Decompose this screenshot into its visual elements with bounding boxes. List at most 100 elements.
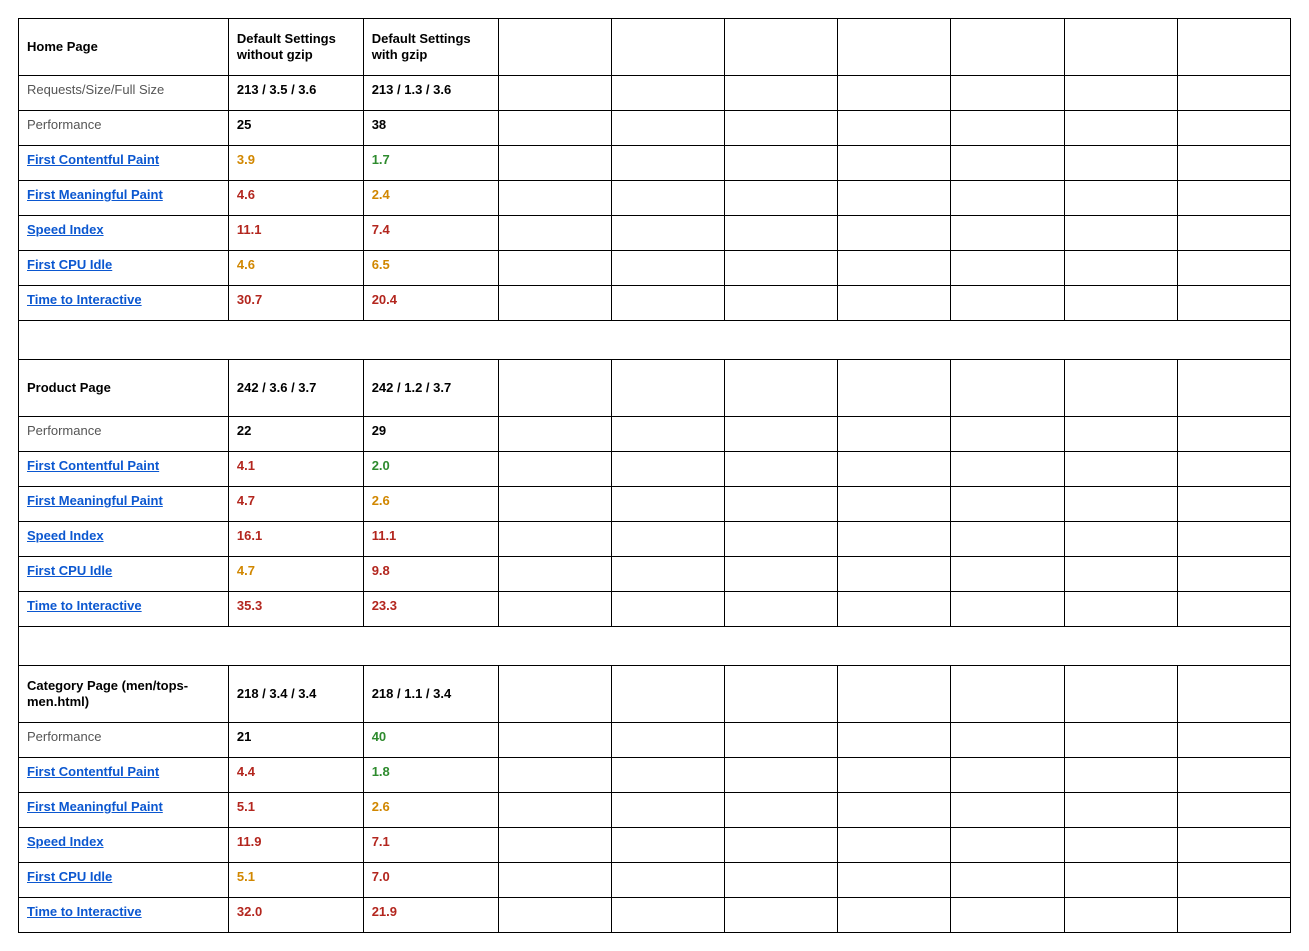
empty-cell [724,251,837,286]
metric-link-cpuIdle[interactable]: First CPU Idle [27,869,112,884]
metric-link-si[interactable]: Speed Index [27,834,104,849]
fcp-no-gzip: 3.9 [228,146,363,181]
metric-link-cpuIdle[interactable]: First CPU Idle [27,563,112,578]
empty-cell [1177,251,1290,286]
metric-link-fcp[interactable]: First Contentful Paint [27,764,159,779]
fmp-gzip: 2.6 [363,793,498,828]
row-label-fcp: First Contentful Paint [19,146,229,181]
empty-cell [838,592,951,627]
empty-cell [498,19,611,76]
metric-link-tti[interactable]: Time to Interactive [27,292,142,307]
empty-cell [611,666,724,723]
row-label-fmp: First Meaningful Paint [19,793,229,828]
empty-cell [724,863,837,898]
empty-cell [838,286,951,321]
req-size-gzip: 218 / 1.1 / 3.4 [363,666,498,723]
empty-cell [611,898,724,933]
empty-cell [724,146,837,181]
empty-cell [724,828,837,863]
empty-cell [838,487,951,522]
empty-cell [1177,452,1290,487]
empty-cell [838,76,951,111]
empty-cell [838,111,951,146]
empty-cell [1177,146,1290,181]
metric-link-tti[interactable]: Time to Interactive [27,904,142,919]
empty-cell [1177,666,1290,723]
metric-link-fmp[interactable]: First Meaningful Paint [27,493,163,508]
row-label-cpuIdle: First CPU Idle [19,251,229,286]
empty-cell [724,181,837,216]
performance-gzip: 38 [363,111,498,146]
metric-link-si[interactable]: Speed Index [27,528,104,543]
empty-cell [951,793,1064,828]
empty-cell [951,452,1064,487]
metric-link-si[interactable]: Speed Index [27,222,104,237]
metric-link-tti[interactable]: Time to Interactive [27,598,142,613]
empty-cell [1064,793,1177,828]
empty-cell [838,828,951,863]
empty-cell [1064,111,1177,146]
empty-cell [1177,19,1290,76]
metric-link-fmp[interactable]: First Meaningful Paint [27,187,163,202]
row-label-si: Speed Index [19,828,229,863]
empty-cell [724,592,837,627]
empty-cell [611,417,724,452]
empty-cell [1064,863,1177,898]
empty-cell [838,452,951,487]
metric-link-fmp[interactable]: First Meaningful Paint [27,799,163,814]
empty-cell [838,19,951,76]
empty-cell [724,417,837,452]
performance-no-gzip: 21 [228,723,363,758]
empty-cell [1064,146,1177,181]
cpuIdle-gzip: 7.0 [363,863,498,898]
tti-no-gzip: 32.0 [228,898,363,933]
empty-cell [498,181,611,216]
empty-cell [498,793,611,828]
empty-cell [724,286,837,321]
empty-cell [1177,522,1290,557]
empty-cell [1064,76,1177,111]
row-label-si: Speed Index [19,216,229,251]
empty-cell [611,487,724,522]
metric-link-cpuIdle[interactable]: First CPU Idle [27,257,112,272]
metric-link-fcp[interactable]: First Contentful Paint [27,152,159,167]
section-spacer [19,321,1291,360]
row-label-si: Speed Index [19,522,229,557]
empty-cell [1064,417,1177,452]
empty-cell [951,863,1064,898]
empty-cell [951,666,1064,723]
si-no-gzip: 11.9 [228,828,363,863]
empty-cell [611,181,724,216]
fmp-gzip: 2.4 [363,181,498,216]
empty-cell [611,216,724,251]
empty-cell [498,863,611,898]
empty-cell [838,758,951,793]
empty-cell [611,146,724,181]
empty-cell [1064,181,1177,216]
fcp-gzip: 1.8 [363,758,498,793]
empty-cell [611,19,724,76]
si-gzip: 7.4 [363,216,498,251]
empty-cell [951,286,1064,321]
empty-cell [1064,828,1177,863]
empty-cell [951,216,1064,251]
empty-cell [838,793,951,828]
tti-no-gzip: 30.7 [228,286,363,321]
empty-cell [498,522,611,557]
empty-cell [1177,828,1290,863]
empty-cell [838,251,951,286]
empty-cell [611,793,724,828]
empty-cell [611,863,724,898]
empty-cell [611,723,724,758]
empty-cell [1064,557,1177,592]
empty-cell [611,452,724,487]
performance-gzip: 40 [363,723,498,758]
metric-link-fcp[interactable]: First Contentful Paint [27,458,159,473]
empty-cell [1177,216,1290,251]
empty-cell [724,452,837,487]
empty-cell [1064,452,1177,487]
row-label-performance: Performance [19,417,229,452]
empty-cell [498,898,611,933]
row-label-cpuIdle: First CPU Idle [19,863,229,898]
empty-cell [1064,19,1177,76]
